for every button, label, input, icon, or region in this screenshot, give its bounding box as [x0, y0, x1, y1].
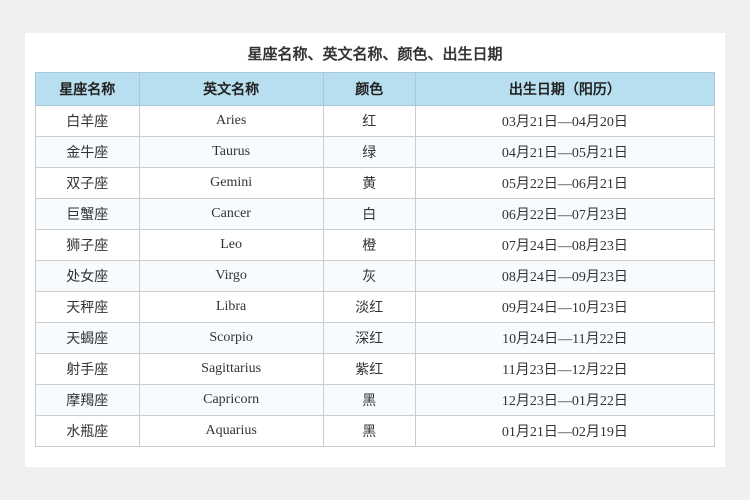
cell-english-name: Aquarius [139, 416, 323, 447]
cell-date: 08月24日—09月23日 [415, 261, 714, 292]
main-container: 星座名称、英文名称、颜色、出生日期 星座名称 英文名称 颜色 出生日期（阳历） … [25, 33, 725, 467]
cell-color: 深红 [323, 323, 415, 354]
header-english: 英文名称 [139, 73, 323, 106]
cell-date: 06月22日—07月23日 [415, 199, 714, 230]
cell-zodiac-name: 白羊座 [36, 106, 140, 137]
cell-date: 04月21日—05月21日 [415, 137, 714, 168]
cell-color: 黄 [323, 168, 415, 199]
cell-english-name: Cancer [139, 199, 323, 230]
cell-english-name: Libra [139, 292, 323, 323]
table-row: 射手座Sagittarius紫红11月23日—12月22日 [36, 354, 715, 385]
cell-zodiac-name: 双子座 [36, 168, 140, 199]
cell-color: 黑 [323, 385, 415, 416]
cell-english-name: Aries [139, 106, 323, 137]
cell-english-name: Gemini [139, 168, 323, 199]
header-name: 星座名称 [36, 73, 140, 106]
table-row: 巨蟹座Cancer白06月22日—07月23日 [36, 199, 715, 230]
cell-english-name: Taurus [139, 137, 323, 168]
table-row: 水瓶座Aquarius黑01月21日—02月19日 [36, 416, 715, 447]
cell-date: 05月22日—06月21日 [415, 168, 714, 199]
cell-color: 黑 [323, 416, 415, 447]
cell-color: 紫红 [323, 354, 415, 385]
cell-color: 橙 [323, 230, 415, 261]
cell-date: 07月24日—08月23日 [415, 230, 714, 261]
table-row: 天秤座Libra淡红09月24日—10月23日 [36, 292, 715, 323]
cell-date: 09月24日—10月23日 [415, 292, 714, 323]
cell-zodiac-name: 天蝎座 [36, 323, 140, 354]
cell-color: 绿 [323, 137, 415, 168]
cell-zodiac-name: 天秤座 [36, 292, 140, 323]
cell-zodiac-name: 处女座 [36, 261, 140, 292]
cell-english-name: Leo [139, 230, 323, 261]
table-row: 白羊座Aries红03月21日—04月20日 [36, 106, 715, 137]
cell-date: 11月23日—12月22日 [415, 354, 714, 385]
cell-english-name: Capricorn [139, 385, 323, 416]
cell-color: 白 [323, 199, 415, 230]
table-row: 天蝎座Scorpio深红10月24日—11月22日 [36, 323, 715, 354]
table-row: 双子座Gemini黄05月22日—06月21日 [36, 168, 715, 199]
cell-zodiac-name: 摩羯座 [36, 385, 140, 416]
table-row: 金牛座Taurus绿04月21日—05月21日 [36, 137, 715, 168]
cell-zodiac-name: 金牛座 [36, 137, 140, 168]
cell-zodiac-name: 狮子座 [36, 230, 140, 261]
cell-english-name: Sagittarius [139, 354, 323, 385]
header-date: 出生日期（阳历） [415, 73, 714, 106]
cell-date: 10月24日—11月22日 [415, 323, 714, 354]
cell-zodiac-name: 射手座 [36, 354, 140, 385]
cell-date: 12月23日—01月22日 [415, 385, 714, 416]
page-title: 星座名称、英文名称、颜色、出生日期 [35, 43, 715, 64]
cell-english-name: Scorpio [139, 323, 323, 354]
cell-color: 淡红 [323, 292, 415, 323]
table-row: 摩羯座Capricorn黑12月23日—01月22日 [36, 385, 715, 416]
cell-color: 灰 [323, 261, 415, 292]
table-row: 处女座Virgo灰08月24日—09月23日 [36, 261, 715, 292]
cell-zodiac-name: 巨蟹座 [36, 199, 140, 230]
cell-english-name: Virgo [139, 261, 323, 292]
table-row: 狮子座Leo橙07月24日—08月23日 [36, 230, 715, 261]
table-header-row: 星座名称 英文名称 颜色 出生日期（阳历） [36, 73, 715, 106]
zodiac-table: 星座名称 英文名称 颜色 出生日期（阳历） 白羊座Aries红03月21日—04… [35, 72, 715, 447]
cell-date: 01月21日—02月19日 [415, 416, 714, 447]
cell-color: 红 [323, 106, 415, 137]
cell-zodiac-name: 水瓶座 [36, 416, 140, 447]
header-color: 颜色 [323, 73, 415, 106]
cell-date: 03月21日—04月20日 [415, 106, 714, 137]
